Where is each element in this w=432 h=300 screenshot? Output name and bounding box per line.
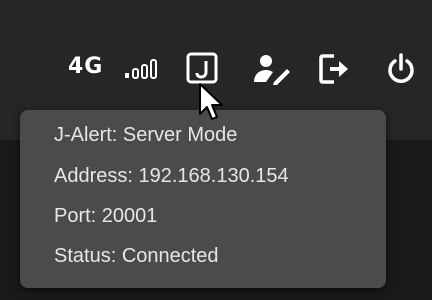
power-icon[interactable] xyxy=(384,52,418,86)
user-edit-icon[interactable] xyxy=(252,52,292,86)
tooltip-mode: J-Alert: Server Mode xyxy=(54,124,238,146)
mouse-cursor-icon xyxy=(198,82,226,124)
logout-icon[interactable] xyxy=(318,52,352,86)
tooltip-status: Status: Connected xyxy=(54,245,219,267)
j-alert-tooltip: J-Alert: Server Mode Address: 192.168.13… xyxy=(20,110,386,288)
tooltip-address: Address: 192.168.130.154 xyxy=(54,165,289,187)
signal-strength-icon xyxy=(124,58,158,82)
j-alert-icon[interactable] xyxy=(186,52,220,86)
tooltip-port: Port: 20001 xyxy=(54,205,158,227)
network-type-label: 4G xyxy=(68,54,104,79)
